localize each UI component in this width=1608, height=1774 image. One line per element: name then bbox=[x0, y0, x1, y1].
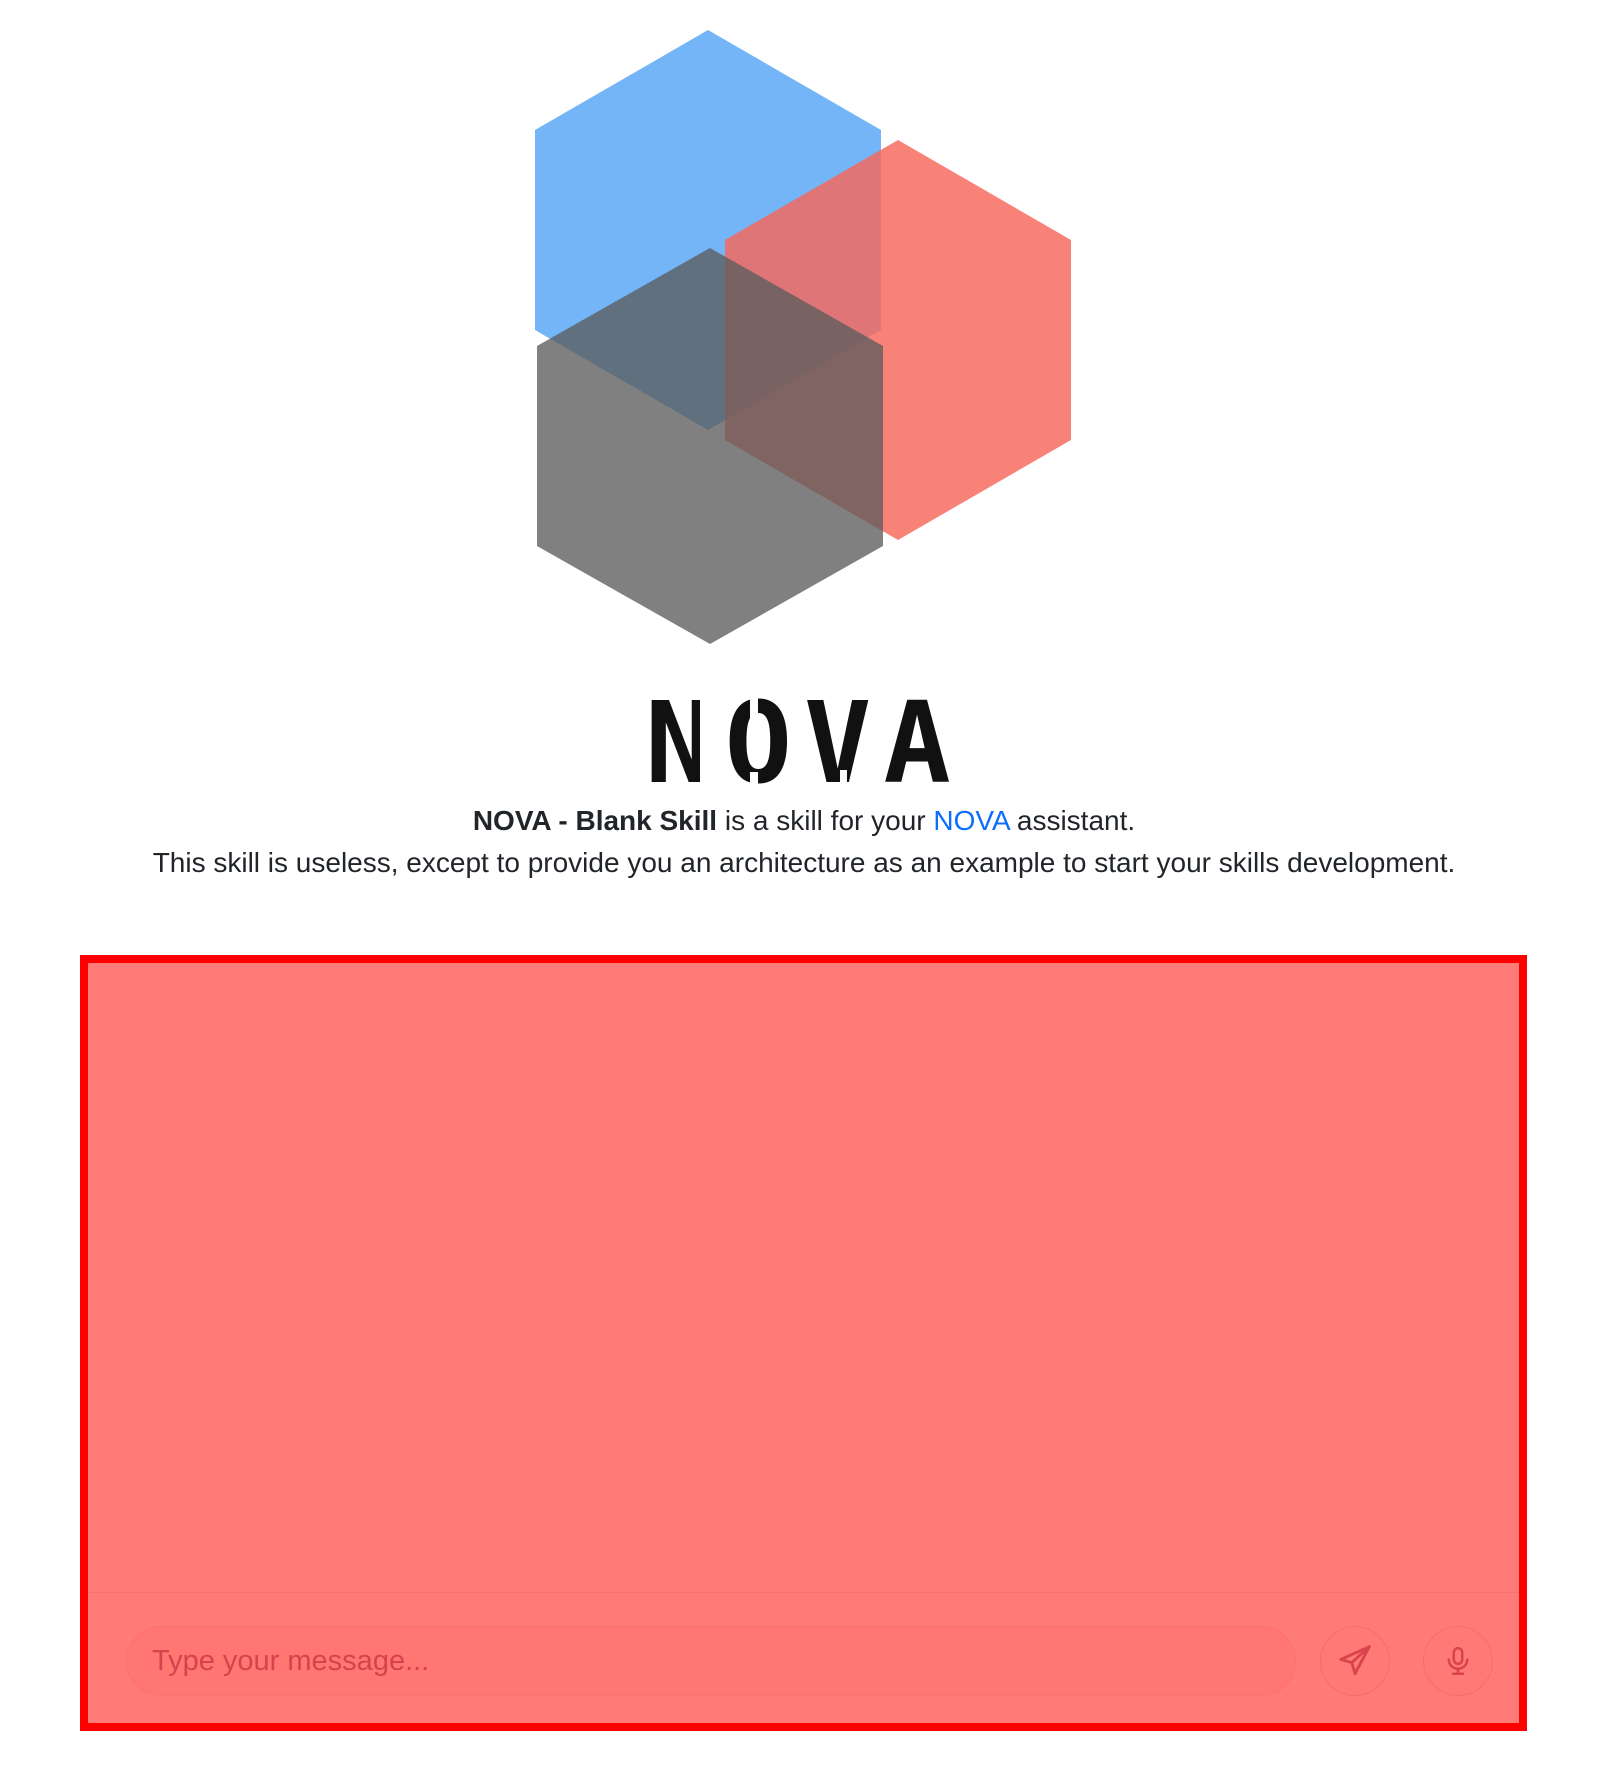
stencil-gap-v bbox=[840, 770, 847, 800]
nova-link[interactable]: NOVA bbox=[933, 805, 1009, 836]
chat-messages-area[interactable] bbox=[88, 963, 1519, 1603]
nova-logo bbox=[535, 30, 1071, 644]
stencil-gap-n bbox=[700, 690, 708, 800]
intro-line-1-end: assistant. bbox=[1009, 805, 1136, 836]
page: NOVA NOVA - Blank Skill is a skill for y… bbox=[0, 0, 1608, 1774]
stencil-gap-o-bottom bbox=[750, 772, 758, 800]
intro-line-2: This skill is useless, except to provide… bbox=[152, 847, 1456, 878]
intro-line-1: NOVA - Blank Skill is a skill for your N… bbox=[0, 800, 1608, 842]
microphone-icon bbox=[1447, 1646, 1469, 1676]
wordmark-text: NOVA bbox=[645, 690, 963, 800]
intro-line-1-middle: is a skill for your bbox=[717, 805, 934, 836]
send-button[interactable] bbox=[1320, 1626, 1390, 1696]
intro-text: NOVA - Blank Skill is a skill for your N… bbox=[0, 800, 1608, 884]
nova-wordmark: NOVA bbox=[645, 690, 963, 800]
stencil-gap-o-top bbox=[750, 690, 758, 718]
paper-plane-icon bbox=[1339, 1645, 1371, 1676]
message-input[interactable] bbox=[126, 1626, 1296, 1696]
skill-name: NOVA - Blank Skill bbox=[472, 805, 718, 836]
microphone-button[interactable] bbox=[1423, 1626, 1493, 1696]
chat-input-bar bbox=[88, 1592, 1519, 1723]
chat-widget bbox=[80, 955, 1527, 1731]
